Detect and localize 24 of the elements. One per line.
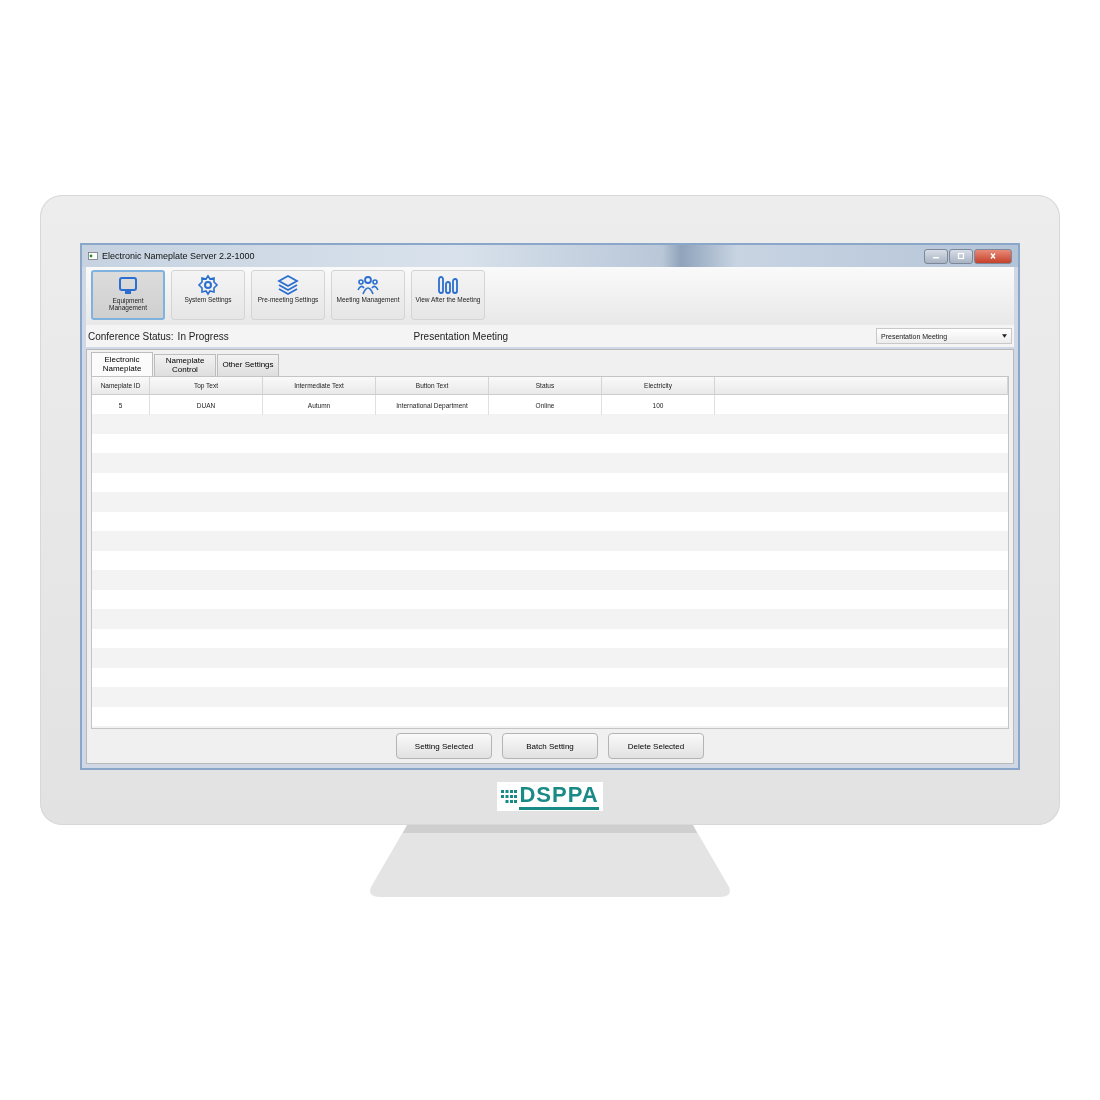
layers-icon xyxy=(276,274,300,296)
action-button[interactable]: Setting Selected xyxy=(396,733,492,759)
caret-icon xyxy=(1002,334,1007,338)
app-icon xyxy=(88,251,98,261)
status-label: Conference Status: xyxy=(88,330,174,342)
bars-icon xyxy=(436,274,460,296)
close-icon xyxy=(988,252,998,260)
tab[interactable]: Nameplate Control xyxy=(154,354,216,376)
status-value: In Progress xyxy=(177,330,230,342)
close-button[interactable] xyxy=(974,248,1012,264)
gear-icon xyxy=(196,274,220,296)
meeting-name: Presentation Meeting xyxy=(413,330,510,342)
maximize-icon xyxy=(956,252,966,260)
maximize-button[interactable] xyxy=(949,248,973,264)
people-icon xyxy=(356,274,380,296)
window-title: Electronic Nameplate Server 2.2-1000 xyxy=(102,251,256,261)
tab[interactable]: Electronic Nameplate xyxy=(91,352,153,376)
tab[interactable]: Other Settings xyxy=(217,354,279,376)
dot-grid-icon xyxy=(501,789,518,804)
action-button[interactable]: Batch Setting xyxy=(502,733,598,759)
minimize-button[interactable] xyxy=(924,248,948,264)
monitor-icon xyxy=(116,275,140,297)
brand-logo: DSPPA xyxy=(497,782,603,811)
action-button[interactable]: Delete Selected xyxy=(608,733,704,759)
